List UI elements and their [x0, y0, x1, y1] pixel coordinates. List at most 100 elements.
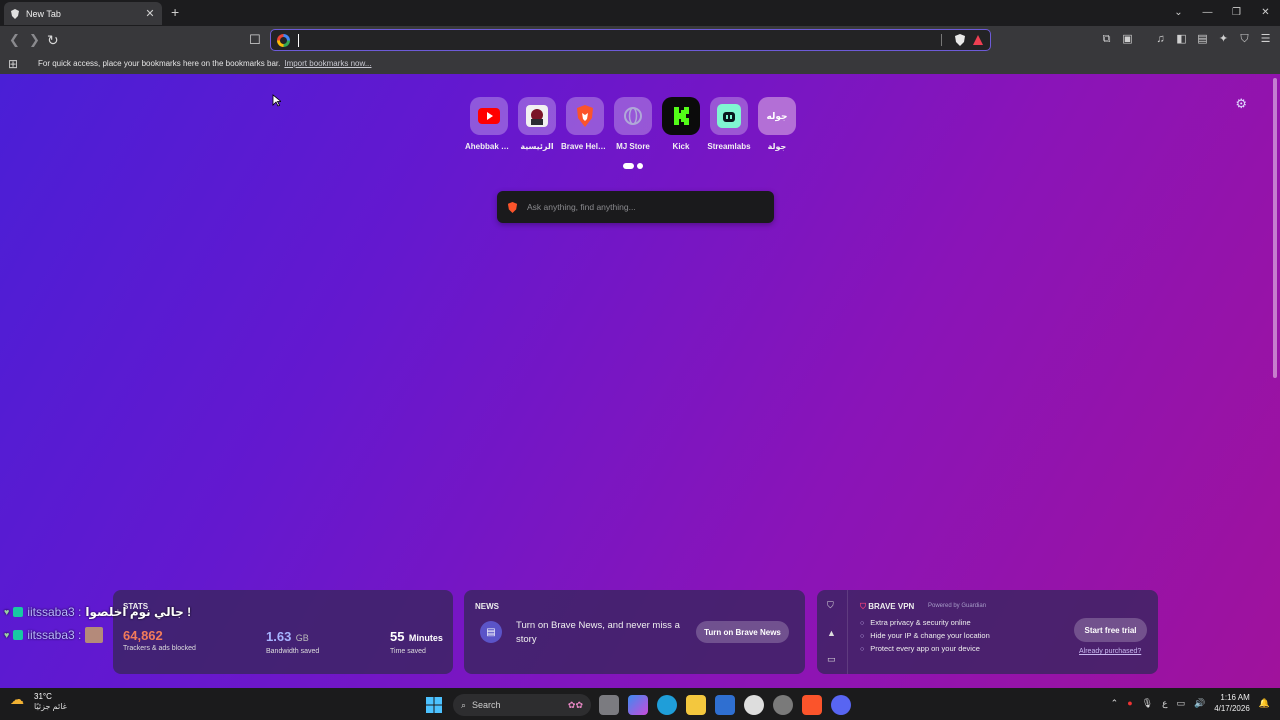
tab-search-icon[interactable]: ⌄ [1164, 4, 1193, 22]
store-icon[interactable] [715, 695, 735, 715]
chat-username: iitssaba3 : [27, 628, 82, 642]
forward-button[interactable]: ❯ [29, 31, 40, 49]
widget-sidebar: ⛉ ▲ ▭ [817, 590, 848, 674]
kick-icon [674, 107, 689, 125]
clock[interactable]: 1:16 AM 4/17/2026 [1214, 692, 1250, 714]
address-bar[interactable] [270, 29, 991, 51]
vpn-icon[interactable]: ⛉ [1238, 32, 1251, 46]
network-icon[interactable]: ▭ [1176, 698, 1185, 709]
settings-gear-icon[interactable]: ⚙ [1235, 96, 1247, 112]
top-site-tile [566, 97, 604, 135]
weather-widget[interactable]: ☁ 31°C غائم جزئيًا [10, 692, 67, 712]
vpn-title: BRAVE VPN [868, 602, 915, 611]
top-site-brave-help[interactable]: Brave Help... [561, 97, 609, 151]
top-site-tile: جوله [758, 97, 796, 135]
sidebar-icon[interactable]: ◧ [1175, 32, 1188, 46]
search-box[interactable] [497, 191, 774, 223]
chat-message: ♥ iitssaba3 : [4, 627, 104, 643]
emote-icon [85, 627, 104, 643]
streamlabs-icon [717, 104, 741, 128]
tab-new-tab[interactable]: New Tab ✕ [4, 2, 162, 25]
language-indicator[interactable]: ع [1162, 698, 1167, 709]
wallet-icon[interactable]: ▣ [1121, 32, 1134, 46]
top-site-kick[interactable]: Kick [657, 97, 705, 151]
bandwidth-unit: GB [295, 633, 309, 643]
sub-badge-icon [13, 607, 24, 617]
stats-widget: STATS 64,862 Trackers & ads blocked 1.63… [113, 590, 453, 674]
rewards-triangle-icon[interactable]: ▲ [827, 628, 836, 638]
top-site-tile [662, 97, 700, 135]
heart-badge-icon: ♥ [4, 607, 10, 617]
reload-button[interactable]: ↻ [47, 31, 59, 49]
vpn-shield-icon[interactable]: ⛉ [827, 600, 834, 611]
top-site-tour[interactable]: جوله جولة [753, 97, 801, 151]
clock-date: 4/17/2026 [1214, 704, 1250, 713]
new-tab-page: ⚙ Ahebbak Leh الرئيسية Brave Help... MJ … [0, 74, 1280, 688]
back-button[interactable]: ❮ [9, 31, 20, 49]
music-icon[interactable]: ♫ [1154, 32, 1167, 46]
start-free-trial-button[interactable]: Start free trial [1074, 618, 1147, 642]
top-site-label: Kick [672, 142, 690, 151]
chat-username: iitssaba3 : [27, 605, 82, 619]
search-input[interactable] [527, 202, 764, 212]
top-site-tile [710, 97, 748, 135]
discord-icon[interactable] [831, 695, 851, 715]
trackers-value: 64,862 [123, 628, 163, 643]
taskbar-search[interactable]: ⌕ Search ✿✿ [453, 694, 591, 716]
top-site-streamlabs[interactable]: Streamlabs [705, 97, 753, 151]
weather-desc: غائم جزئيًا [34, 702, 67, 711]
tray-app-icon[interactable]: ● [1127, 698, 1132, 708]
crypto-wallet-icon[interactable]: ▤ [1196, 32, 1209, 46]
page-dot-active[interactable] [623, 163, 634, 169]
extensions-icon[interactable]: ⧉ [1100, 32, 1113, 46]
apps-grid-icon[interactable]: ⊞ [8, 57, 18, 71]
close-window-icon[interactable]: ✕ [1251, 4, 1280, 22]
taskbar: ☁ 31°C غائم جزئيًا ⌕ Search ✿✿ ⌃ ● 🎙 ع ▭… [0, 688, 1280, 720]
top-site-label: MJ Store [616, 142, 650, 151]
url-input[interactable] [298, 33, 935, 47]
top-site-label: Ahebbak Leh [465, 142, 513, 151]
microphone-icon[interactable]: 🎙 [1142, 698, 1153, 709]
google-icon [277, 33, 290, 47]
top-site-mj-store[interactable]: MJ Store [609, 97, 657, 151]
brave-browser-icon[interactable] [802, 695, 822, 715]
already-purchased-link[interactable]: Already purchased? [1079, 648, 1141, 655]
brave-shield-icon [11, 8, 19, 19]
minimize-icon[interactable]: — [1193, 4, 1222, 22]
notifications-icon[interactable]: 🔔 [1259, 698, 1270, 709]
brave-rewards-icon[interactable] [972, 34, 984, 46]
top-site-tile [470, 97, 508, 135]
top-site-ahebbak[interactable]: Ahebbak Leh [465, 97, 513, 151]
tab-strip: New Tab ✕ + ⌄ — ❐ ✕ [0, 0, 1280, 26]
tab-title: New Tab [26, 8, 61, 19]
leo-ai-icon[interactable]: ✦ [1217, 32, 1230, 46]
windows-start-icon[interactable] [424, 695, 444, 715]
turn-on-news-button[interactable]: Turn on Brave News [696, 621, 789, 643]
search-highlight-icon: ✿✿ [567, 699, 583, 710]
edge-icon[interactable] [657, 695, 677, 715]
task-view-icon[interactable] [599, 695, 619, 715]
scrollbar[interactable] [1273, 78, 1277, 378]
brave-lion-icon [577, 105, 593, 127]
obs-icon[interactable] [744, 695, 764, 715]
bandwidth-stat: 1.63 GB Bandwidth saved [266, 628, 319, 655]
bookmark-icon[interactable]: ☐ [249, 31, 261, 49]
menu-icon[interactable]: ☰ [1259, 32, 1272, 46]
top-site-home[interactable]: الرئيسية [513, 97, 561, 151]
time-unit: Minutes [408, 633, 443, 643]
brave-shields-icon[interactable] [954, 34, 966, 46]
new-tab-button[interactable]: + [171, 5, 179, 19]
toolbar: ❮ ❯ ↻ ☐ ⧉ ▣ ♫ ◧ ▤ ✦ ⛉ ☰ [0, 26, 1280, 54]
volume-icon[interactable]: 🔊 [1194, 698, 1205, 709]
page-dot[interactable] [637, 163, 643, 169]
steam-icon[interactable] [773, 695, 793, 715]
file-explorer-icon[interactable] [686, 695, 706, 715]
close-tab-icon[interactable]: ✕ [144, 7, 156, 20]
talk-icon[interactable]: ▭ [827, 654, 836, 665]
widgets-icon[interactable] [628, 695, 648, 715]
import-bookmarks-link[interactable]: Import bookmarks now... [284, 59, 371, 68]
chevron-up-icon[interactable]: ⌃ [1111, 698, 1119, 709]
maximize-icon[interactable]: ❐ [1222, 4, 1251, 22]
news-text: Turn on Brave News, and never miss a sto… [516, 620, 680, 645]
vpn-logo-icon: ⛉ [860, 602, 866, 611]
